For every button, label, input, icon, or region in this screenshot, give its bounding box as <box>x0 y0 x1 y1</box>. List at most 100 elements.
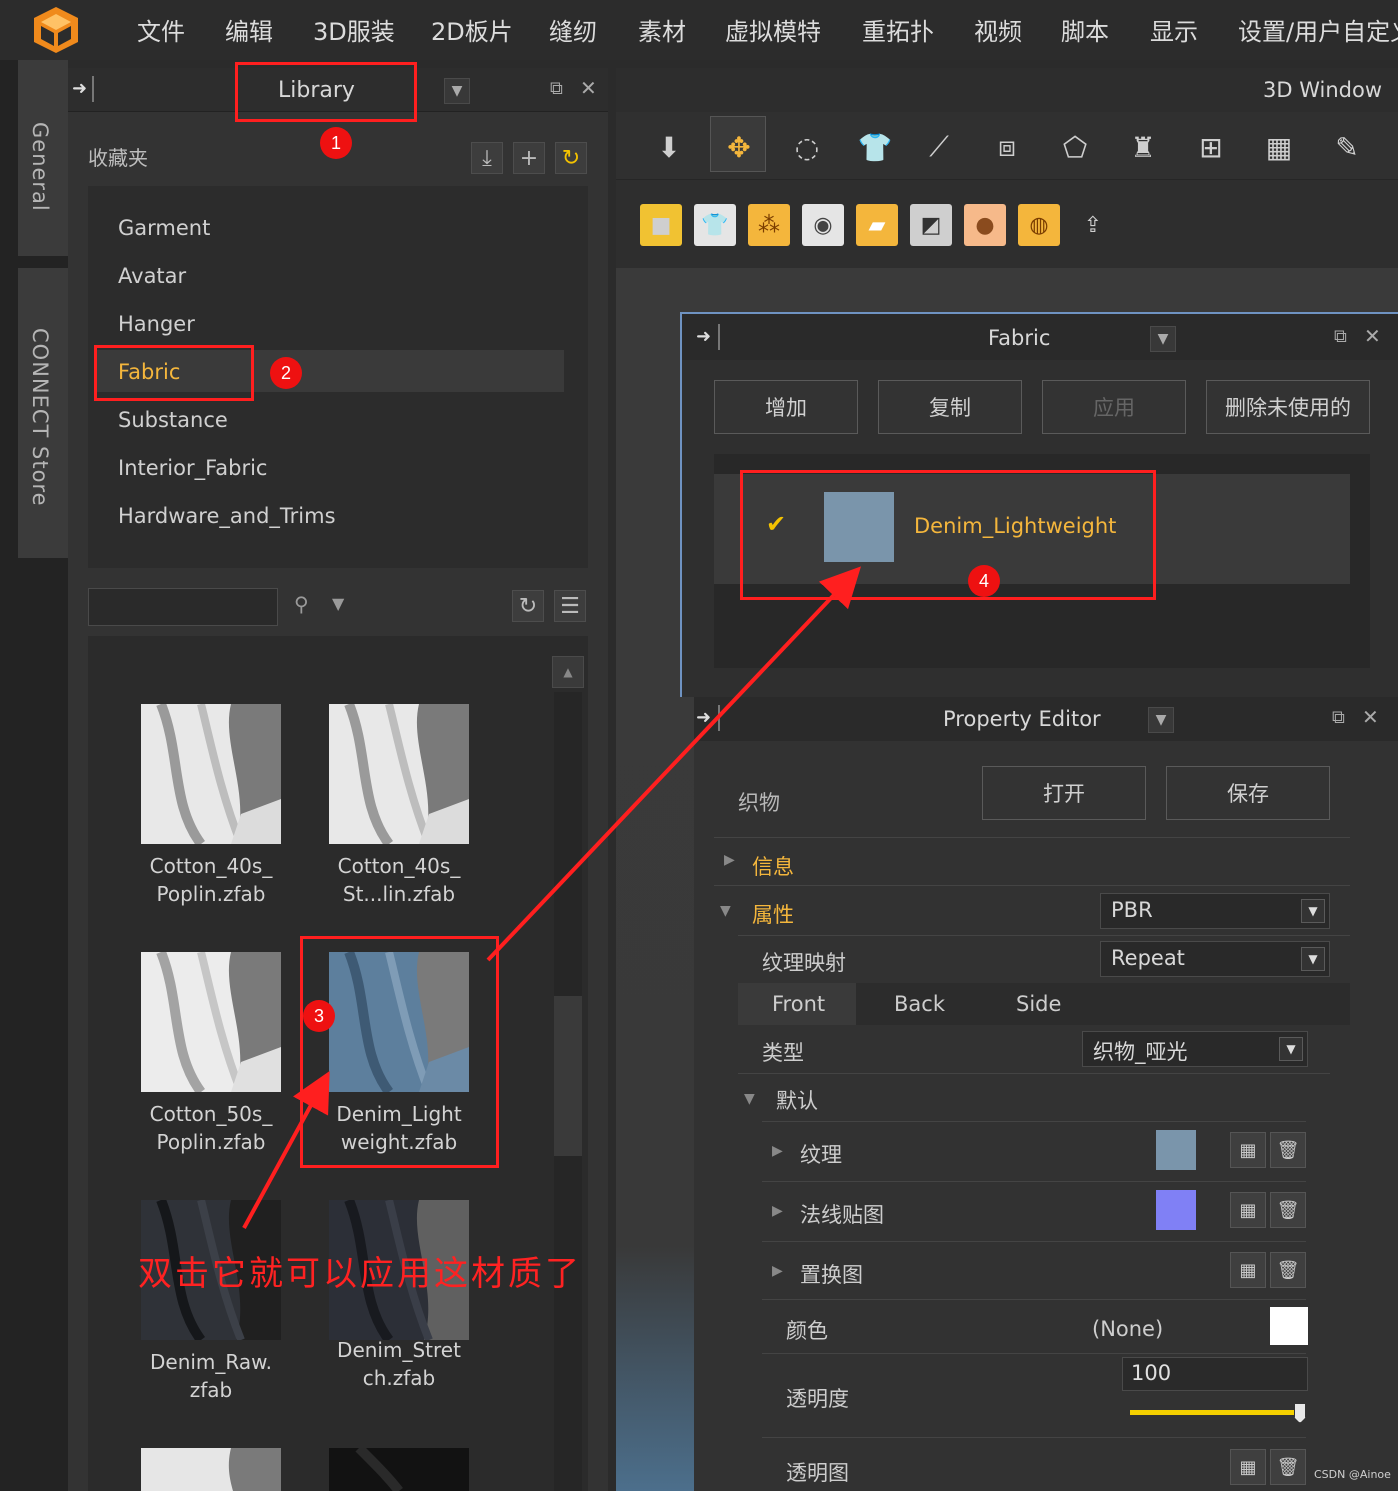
search-options-icon[interactable]: ▼ <box>332 594 344 613</box>
refresh-icon[interactable]: ↻ <box>555 142 587 174</box>
search-icon[interactable]: ⚲ <box>294 592 309 616</box>
expand-arrow-icon[interactable]: ▶ <box>772 1263 783 1279</box>
attributes-section[interactable]: 属性 <box>752 899 794 929</box>
favorite-garment[interactable]: Garment <box>118 216 210 240</box>
opacity-map-trash-icon[interactable]: 🗑 <box>1270 1449 1306 1485</box>
tab-general[interactable]: General <box>18 60 68 256</box>
menu-edit[interactable]: 编辑 <box>225 12 273 47</box>
apply-fabric-button[interactable]: 应用 <box>1042 380 1186 434</box>
shader-select[interactable]: PBR ▼ <box>1100 893 1330 929</box>
show-avatar-icon[interactable]: ◉ <box>802 204 844 246</box>
copy-fabric-button[interactable]: 复制 <box>878 380 1022 434</box>
menu-sewing[interactable]: 缝纫 <box>549 12 597 47</box>
thumbnail-cotton-40s-stretch-poplin[interactable] <box>329 704 469 844</box>
menu-materials[interactable]: 素材 <box>638 12 686 47</box>
fold-icon[interactable]: ⧈ <box>986 126 1028 168</box>
thumbnail-partial[interactable] <box>141 1448 281 1491</box>
texture-swatch[interactable] <box>1156 1130 1196 1170</box>
tab-side[interactable]: Side <box>1016 992 1061 1016</box>
pin-icon[interactable]: ⟋ <box>918 126 960 168</box>
menu-file[interactable]: 文件 <box>137 12 185 47</box>
menu-script[interactable]: 脚本 <box>1061 12 1109 47</box>
save-button[interactable]: 保存 <box>1166 766 1330 820</box>
property-dropdown-icon[interactable]: ▼ <box>1148 707 1174 733</box>
menu-video[interactable]: 视频 <box>974 12 1022 47</box>
float-window-icon[interactable]: ⧉ <box>1334 326 1347 347</box>
scroll-thumb[interactable] <box>554 996 582 1156</box>
normal-map-grid-icon[interactable]: ▦ <box>1230 1192 1266 1228</box>
dock-pin-icon[interactable]: ➜ <box>696 707 711 728</box>
open-button[interactable]: 打开 <box>982 766 1146 820</box>
app-logo-icon[interactable] <box>30 4 82 56</box>
avatar-tool-icon[interactable]: ♜ <box>1122 126 1164 168</box>
menu-3d-garment[interactable]: 3D服装 <box>313 12 395 47</box>
favorite-substance[interactable]: Substance <box>118 408 228 432</box>
opacity-input[interactable]: 100 <box>1122 1357 1308 1391</box>
texture-grid-icon[interactable]: ▦ <box>1230 1132 1266 1168</box>
thumbnail-cotton-40s-poplin[interactable] <box>141 704 281 844</box>
thumbnail-scrollbar[interactable]: ▲ <box>550 656 584 1491</box>
opacity-slider-track[interactable] <box>1130 1410 1300 1415</box>
show-texture-icon[interactable]: ▰ <box>856 204 898 246</box>
fabric-dropdown-icon[interactable]: ▼ <box>1150 326 1176 352</box>
collapse-arrow-icon[interactable]: ▼ <box>720 903 731 919</box>
tab-back[interactable]: Back <box>894 992 945 1016</box>
float-window-icon[interactable]: ⧉ <box>550 78 563 99</box>
menu-settings[interactable]: 设置/用户自定义 <box>1238 12 1398 47</box>
info-section[interactable]: 信息 <box>752 851 794 881</box>
favorite-hanger[interactable]: Hanger <box>118 312 195 336</box>
displacement-grid-icon[interactable]: ▦ <box>1230 1252 1266 1288</box>
opacity-slider-handle[interactable] <box>1294 1403 1306 1423</box>
grid-icon[interactable]: ▦ <box>1258 126 1300 168</box>
menu-2d-pattern[interactable]: 2D板片 <box>431 12 513 47</box>
brush-icon[interactable]: ✎ <box>1326 126 1368 168</box>
menu-display[interactable]: 显示 <box>1150 12 1198 47</box>
add-fabric-button[interactable]: 增加 <box>714 380 858 434</box>
tab-front[interactable]: Front <box>772 992 825 1016</box>
show-environment-icon[interactable]: ◍ <box>1018 204 1060 246</box>
favorite-avatar[interactable]: Avatar <box>118 264 186 288</box>
expand-arrow-icon[interactable]: ▶ <box>724 852 735 868</box>
list-view-icon[interactable]: ☰ <box>554 590 586 622</box>
dock-pin-icon[interactable]: ➜ <box>696 326 711 347</box>
color-swatch[interactable] <box>1270 1307 1308 1345</box>
texture-trash-icon[interactable]: 🗑 <box>1270 1132 1306 1168</box>
tab-connect-store[interactable]: CONNECT Store <box>18 268 68 558</box>
transform-icon[interactable]: ⬠ <box>1054 126 1096 168</box>
favorite-interior-fabric[interactable]: Interior_Fabric <box>118 456 267 480</box>
menu-avatar[interactable]: 虚拟模特 <box>725 12 821 47</box>
dock-pin-icon[interactable]: ➜ <box>72 78 87 99</box>
thumbnail-partial[interactable] <box>329 1448 469 1491</box>
displacement-trash-icon[interactable]: 🗑 <box>1270 1252 1306 1288</box>
search-input[interactable] <box>88 588 278 626</box>
float-window-icon[interactable]: ⧉ <box>1332 707 1345 728</box>
measure-icon[interactable]: ⊞ <box>1190 126 1232 168</box>
show-skin-icon[interactable]: ● <box>964 204 1006 246</box>
type-select[interactable]: 织物_哑光 ▼ <box>1082 1031 1308 1067</box>
garment-select-icon[interactable]: 👕 <box>854 126 896 168</box>
normal-map-trash-icon[interactable]: 🗑 <box>1270 1192 1306 1228</box>
library-dropdown-icon[interactable]: ▼ <box>444 78 470 104</box>
favorite-hardware-trims[interactable]: Hardware_and_Trims <box>118 504 336 528</box>
lasso-icon[interactable]: ◌ <box>786 126 828 168</box>
show-surface-icon[interactable]: ◩ <box>910 204 952 246</box>
show-points-icon[interactable]: ⁂ <box>748 204 790 246</box>
expand-arrow-icon[interactable]: ▶ <box>772 1203 783 1219</box>
close-icon[interactable]: ✕ <box>1364 324 1381 348</box>
default-section[interactable]: 默认 <box>776 1085 818 1115</box>
scroll-up-icon[interactable]: ▲ <box>552 656 584 688</box>
thumbnail-cotton-50s-poplin[interactable] <box>141 952 281 1092</box>
collapse-arrow-icon[interactable]: ▼ <box>744 1091 755 1107</box>
close-icon[interactable]: ✕ <box>580 76 597 100</box>
texture-mapping-select[interactable]: Repeat ▼ <box>1100 941 1330 977</box>
menu-retopology[interactable]: 重拓扑 <box>862 12 934 47</box>
refresh-list-icon[interactable]: ↻ <box>512 590 544 622</box>
add-icon[interactable]: + <box>513 142 545 174</box>
delete-unused-button[interactable]: 删除未使用的 <box>1206 380 1370 434</box>
close-icon[interactable]: ✕ <box>1362 705 1379 729</box>
show-3d-icon[interactable]: ■ <box>640 204 682 246</box>
show-garment-icon[interactable]: 👕 <box>694 204 736 246</box>
normal-map-swatch[interactable] <box>1156 1190 1196 1230</box>
move-tool-icon[interactable]: ✥ <box>718 126 760 168</box>
simulate-icon[interactable]: ⬇ <box>648 126 690 168</box>
